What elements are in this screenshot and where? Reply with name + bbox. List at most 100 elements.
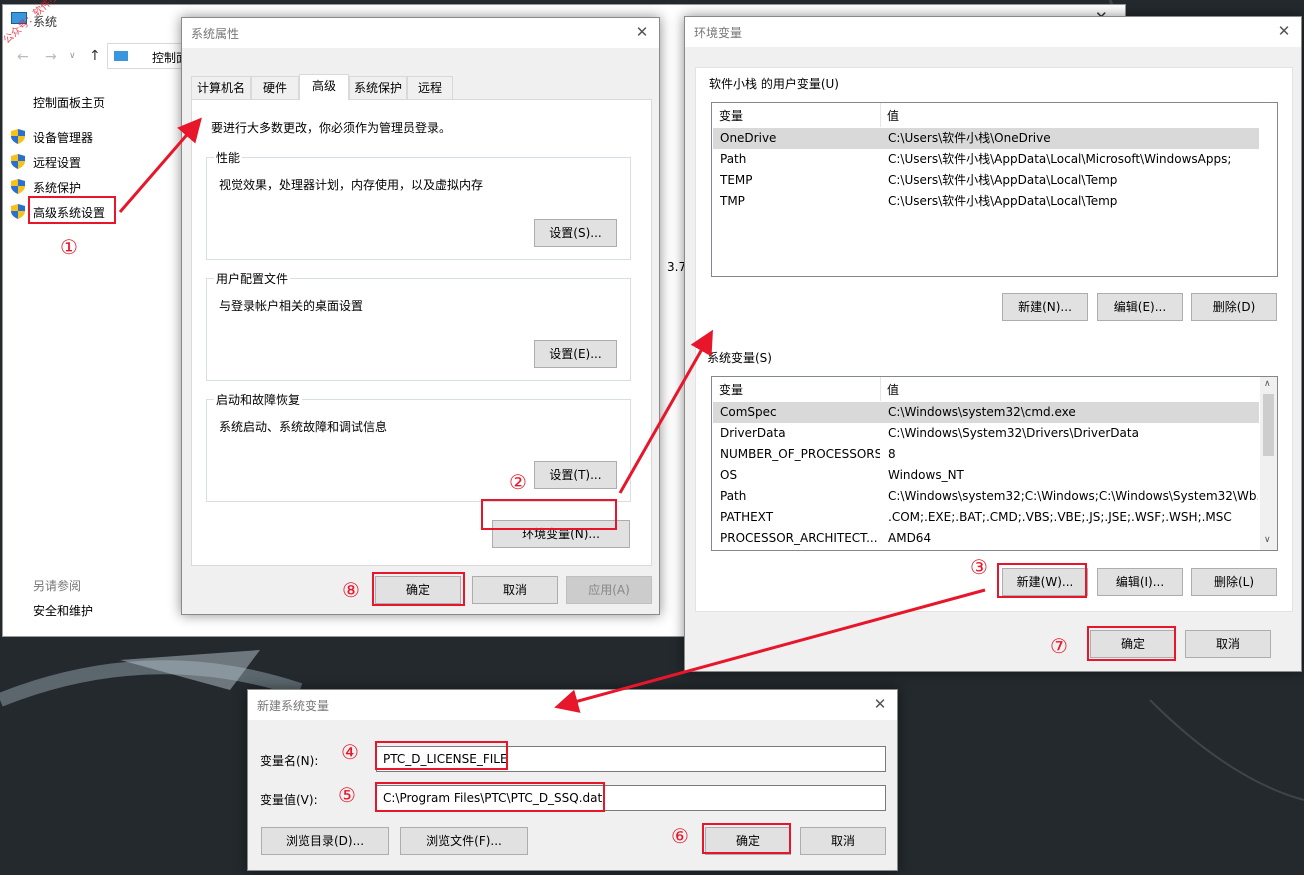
highlight-system-new bbox=[997, 563, 1087, 598]
column-header-value: 值 bbox=[887, 109, 900, 123]
performance-settings-button[interactable]: 设置(S)... bbox=[534, 219, 617, 247]
shield-icon bbox=[11, 154, 25, 169]
close-icon[interactable]: ✕ bbox=[1275, 22, 1293, 40]
table-row[interactable]: TMP C:\Users\软件小栈\AppData\Local\Temp bbox=[713, 191, 1259, 212]
step-3-marker: ③ bbox=[970, 555, 988, 579]
list-header: 变量 值 bbox=[712, 103, 1277, 127]
forward-arrow-icon[interactable]: → bbox=[45, 49, 57, 65]
highlight-sys-ok bbox=[372, 572, 465, 606]
variable-value: C:\Windows\System32\Drivers\DriverData bbox=[888, 426, 1139, 440]
highlight-var-name bbox=[375, 741, 508, 770]
tab-panel: 要进行大多数更改，你必须作为管理员登录。 性能 视觉效果，处理器计划，内存使用，… bbox=[191, 99, 652, 566]
table-row[interactable]: OS Windows_NT bbox=[713, 465, 1259, 486]
system-delete-button[interactable]: 删除(L) bbox=[1191, 568, 1277, 596]
list-header: 变量 值 bbox=[712, 377, 1277, 401]
sidebar-item-label: 系统保护 bbox=[33, 181, 82, 195]
startup-settings-button[interactable]: 设置(T)... bbox=[534, 461, 617, 489]
group-title: 软件小栈 的用户变量(U) bbox=[707, 75, 841, 92]
step-5-marker: ⑤ bbox=[338, 783, 356, 807]
user-edit-button[interactable]: 编辑(E)... bbox=[1097, 293, 1183, 321]
sidebar-item-label: 远程设置 bbox=[33, 156, 82, 170]
highlight-var-value bbox=[375, 782, 605, 812]
variable-value: C:\Windows\system32\cmd.exe bbox=[888, 405, 1076, 419]
user-delete-button[interactable]: 删除(D) bbox=[1191, 293, 1277, 321]
group-description: 系统启动、系统故障和调试信息 bbox=[219, 420, 388, 434]
step-6-marker: ⑥ bbox=[671, 824, 689, 848]
scroll-thumb[interactable] bbox=[1263, 394, 1274, 456]
shield-icon bbox=[11, 129, 25, 144]
system-variables-title: 系统变量(S) bbox=[707, 351, 772, 365]
variable-value: C:\Users\软件小栈\AppData\Local\Microsoft\Wi… bbox=[888, 152, 1232, 166]
profile-settings-button[interactable]: 设置(E)... bbox=[534, 340, 617, 368]
title-bar: 系统属性 ✕ bbox=[182, 18, 659, 48]
dialog-title: 新建系统变量 bbox=[257, 699, 330, 713]
table-row[interactable]: ComSpec C:\Windows\system32\cmd.exe bbox=[713, 402, 1259, 423]
title-bar: 新建系统变量 ✕ bbox=[248, 690, 897, 720]
table-row[interactable]: Path C:\Windows\system32;C:\Windows;C:\W… bbox=[713, 486, 1259, 507]
variable-name: ComSpec bbox=[720, 405, 777, 419]
variable-value: 8 bbox=[888, 447, 896, 461]
tab-computer-name[interactable]: 计算机名 bbox=[191, 76, 251, 99]
title-bar: 环境变量 ✕ bbox=[685, 17, 1301, 47]
cancel-button[interactable]: 取消 bbox=[800, 827, 886, 855]
control-panel-home-link[interactable]: 控制面板主页 bbox=[33, 94, 105, 111]
apply-button[interactable]: 应用(A) bbox=[566, 576, 652, 604]
chevron-down-icon[interactable]: ∨ bbox=[69, 51, 76, 61]
browse-file-button[interactable]: 浏览文件(F)... bbox=[400, 827, 528, 855]
step-2-marker: ② bbox=[509, 470, 527, 494]
close-icon[interactable]: ✕ bbox=[871, 695, 889, 713]
back-arrow-icon[interactable]: ← bbox=[17, 49, 29, 65]
security-maintenance-link[interactable]: 安全和维护 bbox=[33, 602, 93, 619]
variable-name-label: 变量名(N): bbox=[260, 754, 319, 768]
browse-directory-button[interactable]: 浏览目录(D)... bbox=[261, 827, 389, 855]
up-arrow-icon[interactable]: ↑ bbox=[89, 48, 101, 64]
variable-value: C:\Users\软件小栈\OneDrive bbox=[888, 131, 1051, 145]
table-row[interactable]: DriverData C:\Windows\System32\Drivers\D… bbox=[713, 423, 1259, 444]
user-variables-list[interactable]: 变量 值 OneDrive C:\Users\软件小栈\OneDrive Pat… bbox=[711, 102, 1278, 277]
highlight-new-ok bbox=[702, 823, 791, 854]
column-divider bbox=[880, 377, 881, 401]
system-edit-button[interactable]: 编辑(I)... bbox=[1097, 568, 1183, 596]
variable-value: C:\Users\软件小栈\AppData\Local\Temp bbox=[888, 194, 1118, 208]
column-header-variable: 变量 bbox=[719, 383, 744, 397]
variable-value: .COM;.EXE;.BAT;.CMD;.VBS;.VBE;.JS;.JSE;.… bbox=[888, 510, 1232, 524]
vertical-scrollbar[interactable]: ∧ ∨ bbox=[1260, 377, 1277, 550]
variable-value: C:\Windows\system32;C:\Windows;C:\Window… bbox=[888, 489, 1258, 503]
close-icon[interactable]: ✕ bbox=[633, 23, 651, 41]
tab-hardware[interactable]: 硬件 bbox=[251, 76, 299, 99]
scroll-down-icon[interactable]: ∨ bbox=[1264, 535, 1271, 545]
step-8-marker: ⑧ bbox=[342, 578, 360, 602]
performance-group: 性能 视觉效果，处理器计划，内存使用，以及虚拟内存 设置(S)... bbox=[206, 149, 631, 260]
tab-advanced[interactable]: 高级 bbox=[299, 74, 349, 100]
table-row[interactable]: Path C:\Users\软件小栈\AppData\Local\Microso… bbox=[713, 149, 1259, 170]
table-row[interactable]: OneDrive C:\Users\软件小栈\OneDrive bbox=[713, 128, 1259, 149]
system-variables-list[interactable]: 变量 值 ComSpec C:\Windows\system32\cmd.exe… bbox=[711, 376, 1278, 551]
dialog-body: 软件小栈 的用户变量(U) 变量 值 OneDrive C:\Users\软件小… bbox=[695, 67, 1293, 612]
column-divider bbox=[880, 103, 881, 127]
user-new-button[interactable]: 新建(N)... bbox=[1002, 293, 1088, 321]
step-7-marker: ⑦ bbox=[1050, 634, 1068, 658]
scroll-up-icon[interactable]: ∧ bbox=[1264, 379, 1271, 389]
highlight-advanced-settings bbox=[28, 196, 116, 224]
cancel-button[interactable]: 取消 bbox=[472, 576, 558, 604]
see-also-title: 另请参阅 bbox=[33, 579, 82, 593]
step-4-marker: ④ bbox=[341, 740, 359, 764]
tab-remote[interactable]: 远程 bbox=[407, 76, 453, 99]
table-row[interactable]: TEMP C:\Users\软件小栈\AppData\Local\Temp bbox=[713, 170, 1259, 191]
variable-name: DriverData bbox=[720, 426, 786, 440]
table-row[interactable]: PATHEXT .COM;.EXE;.BAT;.CMD;.VBS;.VBE;.J… bbox=[713, 507, 1259, 528]
sidebar-item-label: 设备管理器 bbox=[33, 131, 94, 145]
table-row[interactable]: PROCESSOR_ARCHITECT... AMD64 bbox=[713, 528, 1259, 549]
watermark: 公众号：软件小栈 bbox=[1, 0, 69, 47]
column-header-variable: 变量 bbox=[719, 109, 744, 123]
variable-name: TEMP bbox=[720, 173, 753, 187]
cancel-button[interactable]: 取消 bbox=[1185, 630, 1271, 658]
dialog-title: 系统属性 bbox=[191, 27, 240, 41]
tab-system-protection[interactable]: 系统保护 bbox=[349, 76, 407, 99]
highlight-env-ok bbox=[1087, 626, 1176, 661]
table-row[interactable]: NUMBER_OF_PROCESSORS 8 bbox=[713, 444, 1259, 465]
group-description: 视觉效果，处理器计划，内存使用，以及虚拟内存 bbox=[219, 178, 484, 192]
highlight-env-button bbox=[481, 499, 617, 530]
group-title: 启动和故障恢复 bbox=[214, 391, 303, 408]
step-1-marker: ① bbox=[60, 235, 78, 259]
